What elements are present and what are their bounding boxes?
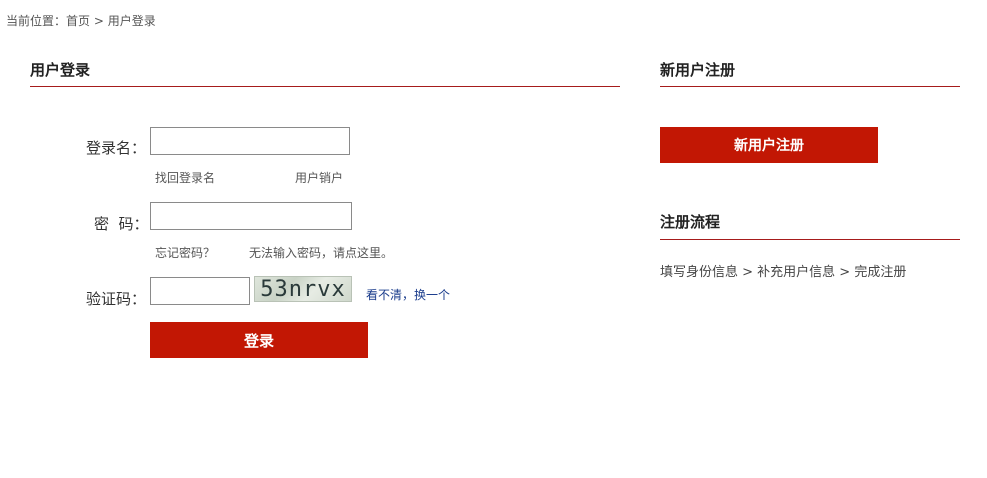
login-title-divider — [30, 86, 620, 87]
register-flow-steps: 填写身份信息 > 补充用户信息 > 完成注册 — [660, 265, 907, 280]
captcha-label: 验证码： — [86, 290, 147, 308]
register-flow-title: 注册流程 — [660, 213, 721, 231]
login-button[interactable]: 登录 — [150, 322, 368, 358]
password-label: 密 码： — [94, 215, 149, 233]
register-title-divider — [660, 86, 960, 87]
breadcrumb-home-link[interactable]: 首页 — [66, 14, 90, 28]
cannot-input-password-link[interactable]: 无法输入密码，请点这里。 — [249, 244, 393, 261]
breadcrumb-prefix: 当前位置： — [6, 14, 67, 28]
cancel-account-link[interactable]: 用户销户 — [295, 169, 343, 186]
breadcrumb: 当前位置：首页 > 用户登录 — [6, 12, 156, 29]
forgot-password-link[interactable]: 忘记密码？ — [155, 244, 215, 261]
password-input[interactable] — [150, 202, 352, 230]
captcha-input[interactable] — [150, 277, 250, 305]
login-section-title: 用户登录 — [30, 61, 91, 79]
captcha-image[interactable]: 53nrvx — [254, 276, 352, 302]
username-label: 登录名： — [86, 139, 147, 157]
username-input[interactable] — [150, 127, 350, 155]
find-username-link[interactable]: 找回登录名 — [155, 169, 215, 186]
breadcrumb-current: 用户登录 — [107, 14, 156, 28]
captcha-refresh-link[interactable]: 看不清，换一个 — [366, 286, 450, 303]
new-user-register-button[interactable]: 新用户注册 — [660, 127, 878, 163]
register-section-title: 新用户注册 — [660, 61, 736, 79]
breadcrumb-separator: > — [90, 14, 108, 28]
register-flow-divider — [660, 239, 960, 240]
